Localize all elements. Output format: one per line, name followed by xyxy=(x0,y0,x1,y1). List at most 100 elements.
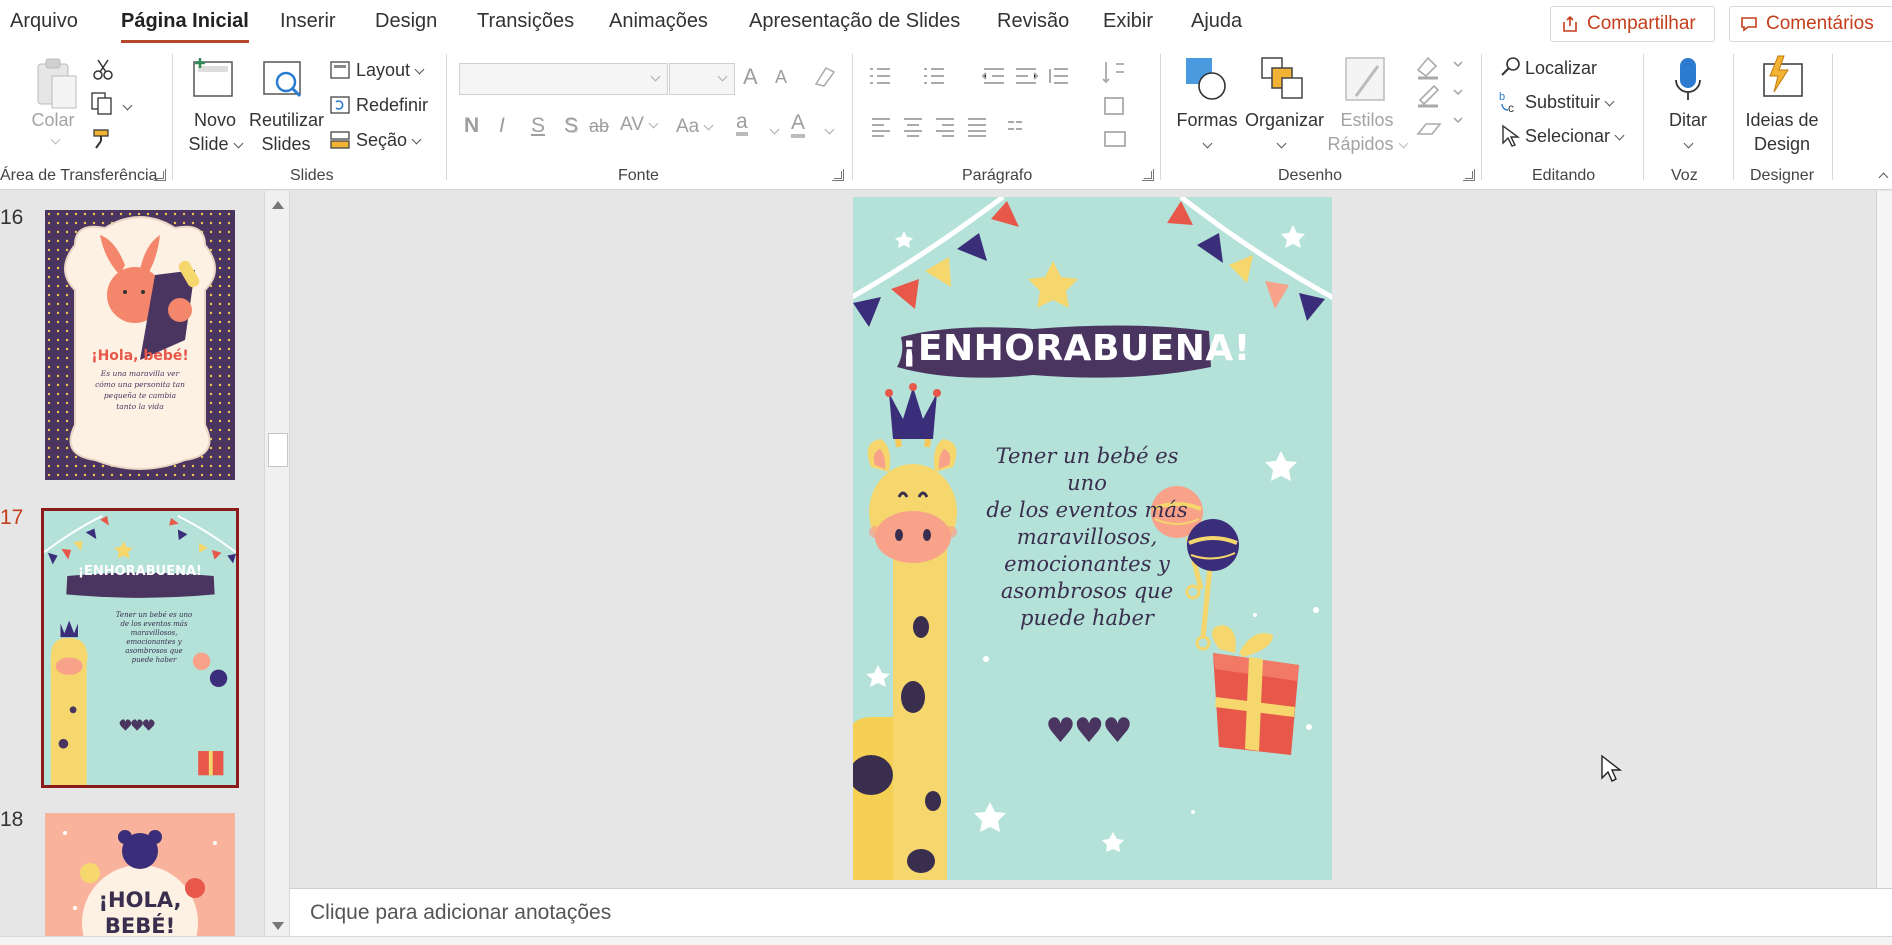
grow-font-button[interactable]: A xyxy=(743,64,758,90)
thumb17-title: ¡ENHORABUENA! xyxy=(78,564,202,579)
section-button[interactable]: Seção xyxy=(356,128,422,152)
status-bar xyxy=(0,936,1892,945)
paste-dropdown-icon[interactable] xyxy=(50,134,61,145)
tab-transicoes[interactable]: Transições xyxy=(477,10,574,33)
shrink-font-button[interactable]: A xyxy=(775,67,787,88)
underline-button[interactable]: S xyxy=(531,114,545,138)
character-spacing-button[interactable]: AV xyxy=(620,114,659,136)
design-ideas-button[interactable]: Ideias de Design xyxy=(1742,108,1822,156)
tab-exibir[interactable]: Exibir xyxy=(1103,10,1153,33)
drawing-launcher-icon[interactable] xyxy=(1463,169,1475,181)
tab-pagina-inicial[interactable]: Página Inicial xyxy=(121,10,249,43)
arrange-button[interactable]: Organizar xyxy=(1245,108,1324,156)
tab-revisao[interactable]: Revisão xyxy=(997,10,1069,33)
replace-button[interactable]: Substituir xyxy=(1525,90,1615,114)
notes-pane[interactable]: Clique para adicionar anotações xyxy=(290,888,1892,936)
divider xyxy=(1832,54,1833,180)
scrollbar-handle[interactable] xyxy=(268,433,288,467)
new-slide-button[interactable]: Novo Slide xyxy=(188,108,243,156)
bunting-flags-right xyxy=(1167,201,1325,321)
comments-button[interactable]: Comentários xyxy=(1729,6,1892,42)
slide-scrollbar[interactable] xyxy=(1876,191,1892,888)
layout-button[interactable]: Layout xyxy=(356,58,425,82)
ribbon-tab-bar: Arquivo Página Inicial Inserir Design Tr… xyxy=(0,0,1892,50)
powerpoint-window: Arquivo Página Inicial Inserir Design Tr… xyxy=(0,0,1892,945)
slide-thumbnail-16[interactable]: ¡Hola, bebé! Es una maravilla ver cómo u… xyxy=(45,210,235,480)
tab-apresentacao[interactable]: Apresentação de Slides xyxy=(749,10,960,33)
font-size-combo[interactable] xyxy=(669,63,735,95)
layout-icon xyxy=(330,61,350,79)
chevron-down-icon xyxy=(1202,138,1212,149)
shape-format-icons[interactable] xyxy=(1414,54,1474,154)
select-label: Selecionar xyxy=(1525,126,1611,146)
mouse-cursor-icon xyxy=(1601,754,1622,782)
svg-text:c: c xyxy=(1508,101,1514,114)
reuse-slides-button[interactable]: Reutilizar Slides xyxy=(249,108,324,156)
thumb18-title: ¡HOLA, BEBÉ! xyxy=(45,887,235,939)
slide-thumbnail-17-selected[interactable]: ¡ENHORABUENA! Tener un bebé es uno de lo… xyxy=(41,508,239,788)
text-direction-icons[interactable] xyxy=(1102,60,1132,160)
scroll-down-arrow-icon[interactable] xyxy=(272,922,284,930)
group-label-drawing: Desenho xyxy=(1278,167,1343,184)
change-case-button[interactable]: Aa xyxy=(676,116,714,138)
thumbnail-scrollbar[interactable] xyxy=(264,191,290,936)
chevron-down-icon xyxy=(717,71,728,82)
highlight-label: a xyxy=(736,110,748,133)
select-button[interactable]: Selecionar xyxy=(1525,124,1625,148)
body-line: de los eventos más xyxy=(986,498,1188,522)
divider xyxy=(1733,54,1734,180)
quick-styles-button[interactable]: Estilos Rápidos xyxy=(1322,108,1412,156)
paragraph-list-icons[interactable] xyxy=(868,64,1108,90)
shapes-label: Formas xyxy=(1176,110,1238,130)
new-slide-label-2: Slide xyxy=(188,134,229,154)
highlight-color-button[interactable]: a xyxy=(736,110,748,136)
italic-button[interactable]: I xyxy=(499,114,505,138)
find-button[interactable]: Localizar xyxy=(1525,56,1597,80)
ideas-label-2: Design xyxy=(1753,134,1811,154)
tab-design[interactable]: Design xyxy=(375,10,437,33)
slide-thumbnail-18[interactable]: ¡HOLA, BEBÉ! xyxy=(45,813,235,945)
paragraph-launcher-icon[interactable] xyxy=(1142,169,1154,181)
section-icon xyxy=(330,131,350,149)
clear-format-icon[interactable] xyxy=(812,64,838,90)
copy-dropdown-icon[interactable] xyxy=(122,100,133,111)
dictate-button[interactable]: Ditar xyxy=(1664,108,1712,156)
chevron-down-icon[interactable] xyxy=(769,124,780,135)
clipboard-launcher-icon[interactable] xyxy=(154,169,166,181)
thumbnail-16-artwork xyxy=(45,210,235,480)
chevron-down-icon[interactable] xyxy=(824,124,835,135)
chevron-down-icon xyxy=(1683,138,1693,149)
alignment-icons[interactable] xyxy=(872,117,1042,137)
font-color-button[interactable]: A xyxy=(791,112,806,138)
chevron-down-icon xyxy=(411,134,422,145)
cut-icon[interactable] xyxy=(92,58,114,80)
tab-animacoes[interactable]: Animações xyxy=(609,10,708,33)
scroll-up-arrow-icon[interactable] xyxy=(272,201,284,209)
body-line: puede haber xyxy=(1020,606,1154,630)
arrange-icon xyxy=(1261,57,1303,99)
tab-arquivo[interactable]: Arquivo xyxy=(10,10,78,33)
thumb16-line: Es una maravilla ver xyxy=(100,369,180,378)
shapes-button[interactable]: Formas xyxy=(1175,108,1239,156)
shadow-button[interactable]: S xyxy=(564,114,578,138)
thumb16-body: Es una maravilla ver cómo una personita … xyxy=(45,368,235,412)
tab-ajuda[interactable]: Ajuda xyxy=(1191,10,1242,33)
collapse-ribbon-icon[interactable] xyxy=(1878,172,1889,183)
microphone-icon xyxy=(1675,58,1701,100)
bold-button[interactable]: N xyxy=(464,114,479,138)
strikethrough-button[interactable]: ab xyxy=(589,116,609,137)
gift-illustration xyxy=(1211,625,1299,755)
replace-label: Substituir xyxy=(1525,92,1601,112)
reset-button[interactable]: Redefinir xyxy=(356,93,428,117)
font-launcher-icon[interactable] xyxy=(832,169,844,181)
slide-body-text[interactable]: Tener un bebé es uno de los eventos más … xyxy=(973,443,1201,632)
giraffe-illustration xyxy=(853,383,957,880)
current-slide[interactable]: ¡ENHORABUENA! Tener un bebé es uno de lo… xyxy=(853,197,1332,880)
tab-inserir[interactable]: Inserir xyxy=(280,10,336,33)
chevron-down-icon xyxy=(1276,138,1286,149)
font-family-combo[interactable] xyxy=(459,63,668,95)
copy-icon[interactable] xyxy=(90,91,114,115)
share-button[interactable]: Compartilhar xyxy=(1550,6,1715,42)
paste-button[interactable]: Colar xyxy=(30,108,76,132)
format-painter-icon[interactable] xyxy=(90,126,114,150)
